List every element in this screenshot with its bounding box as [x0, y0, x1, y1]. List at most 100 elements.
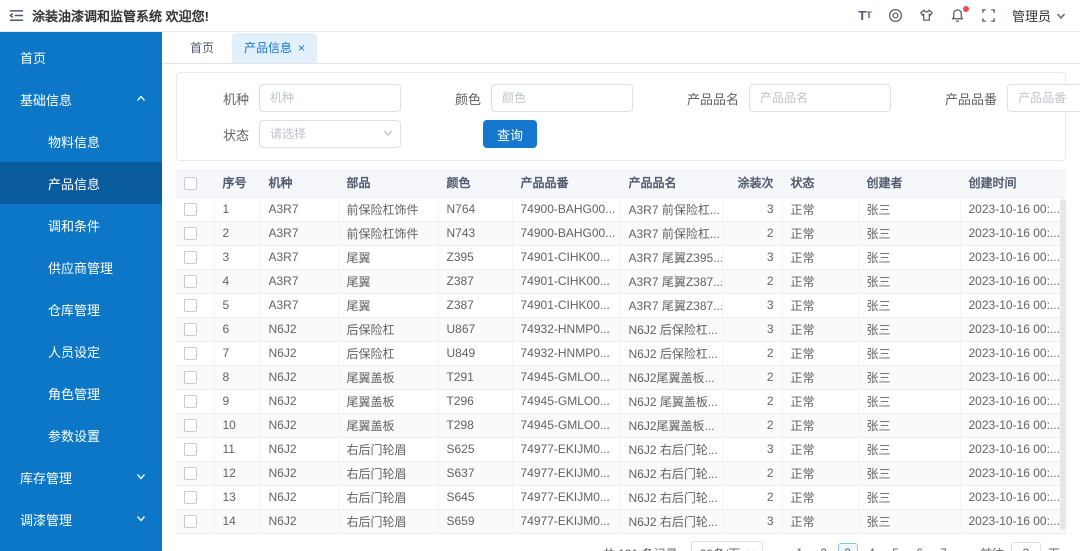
row-checkbox[interactable] — [184, 299, 197, 313]
row-checkbox[interactable] — [184, 395, 197, 409]
status-select[interactable] — [259, 120, 402, 148]
color-input[interactable] — [491, 84, 634, 112]
goto-page-input[interactable] — [1010, 542, 1041, 551]
table-row: 6 N6J2 后保险杠 U867 74932-HNMP0... N6J2 后保险杠... 3… — [176, 317, 1066, 342]
page-number-7[interactable]: 7 — [934, 543, 954, 551]
sidebar-item-label: 参数设置 — [48, 428, 101, 444]
column-header: 状态 — [782, 169, 859, 198]
table-cell: 后保险杠 — [338, 317, 439, 342]
table-cell: 张三 — [858, 509, 961, 534]
table-cell: 前保险杠饰件 — [338, 221, 439, 246]
table-cell: N6J2 — [260, 413, 339, 438]
row-checkbox[interactable] — [184, 419, 197, 433]
sidebar-item-5[interactable]: 供应商管理 — [0, 246, 162, 288]
table-cell: N6J2 — [260, 341, 339, 366]
table-cell: N6J2 后保险杠... — [620, 341, 723, 366]
table-cell: 3 — [722, 245, 783, 270]
model-input[interactable] — [259, 84, 402, 112]
table-cell: 尾翼盖板 — [338, 365, 439, 390]
user-menu[interactable]: 管理员 — [1012, 6, 1066, 25]
row-checkbox[interactable] — [184, 323, 197, 337]
row-checkbox[interactable] — [184, 443, 197, 457]
product-name-input[interactable] — [749, 84, 892, 112]
table-row: 11 N6J2 右后门轮眉 S625 74977-EKIJM0... N6J2 右后门轮.… — [176, 437, 1066, 462]
row-checkbox[interactable] — [184, 347, 197, 361]
row-checkbox[interactable] — [184, 227, 197, 241]
row-checkbox[interactable] — [184, 371, 197, 385]
table-cell: A3R7 前保险杠... — [620, 221, 723, 246]
sidebar-item-1[interactable]: 基础信息 — [0, 78, 162, 120]
table-cell: 3 — [214, 245, 261, 270]
table-cell: 74977-EKIJM0... — [512, 509, 621, 534]
column-header: 机种 — [260, 169, 339, 198]
product-no-input[interactable] — [1007, 84, 1080, 112]
sidebar-item-2[interactable]: 物料信息 — [0, 120, 162, 162]
table-cell: 2023-10-16 00:... — [960, 461, 1066, 486]
notification-badge — [962, 5, 969, 12]
query-button[interactable]: 查询 — [483, 120, 538, 148]
table-cell: 74977-EKIJM0... — [512, 461, 621, 486]
theme-shirt-icon[interactable] — [919, 8, 935, 24]
table-cell: 正常 — [782, 221, 859, 246]
page-number-2[interactable]: 2 — [814, 543, 834, 551]
row-checkbox[interactable] — [184, 203, 197, 217]
table-cell: S625 — [438, 437, 513, 462]
sidebar-item-6[interactable]: 仓库管理 — [0, 288, 162, 330]
font-size-icon[interactable]: TT — [857, 8, 873, 24]
row-checkbox[interactable] — [184, 491, 197, 505]
page-number-5[interactable]: 5 — [886, 543, 906, 551]
prev-page-button[interactable]: ‹ — [770, 546, 782, 551]
table-cell: T298 — [438, 413, 513, 438]
sidebar-item-3[interactable]: 产品信息 — [0, 162, 162, 204]
sidebar-item-0[interactable]: 首页 — [0, 36, 162, 78]
table-cell: 右后门轮眉 — [338, 461, 439, 486]
page-size-select[interactable]: 20条/页 — [690, 540, 764, 551]
table-cell: N6J2 — [260, 509, 339, 534]
vertical-scrollbar[interactable] — [1060, 199, 1066, 530]
table-cell: 正常 — [782, 269, 859, 294]
table-cell: 74901-CIHK00... — [512, 293, 621, 318]
table-cell: N6J2 — [260, 365, 339, 390]
fullscreen-icon[interactable] — [981, 8, 997, 24]
tab-0[interactable]: 首页 — [178, 33, 226, 63]
bell-icon[interactable] — [950, 5, 969, 24]
sidebar-item-label: 首页 — [20, 50, 47, 66]
table-row: 8 N6J2 尾翼盖板 T291 74945-GMLO0... N6J2尾翼盖板... 2 正… — [176, 365, 1066, 390]
sidebar-item-8[interactable]: 角色管理 — [0, 372, 162, 414]
table-cell: 2023-10-16 00:... — [960, 509, 1066, 534]
page-number-3[interactable]: 3 — [837, 543, 858, 551]
tab-bar: 首页 产品信息 × — [162, 32, 1080, 64]
table-cell: T296 — [438, 389, 513, 414]
table-cell: 74900-BAHG00... — [512, 197, 621, 222]
language-icon[interactable] — [888, 8, 904, 24]
sidebar-item-label: 产品信息 — [48, 176, 101, 192]
column-header: 序号 — [214, 169, 261, 198]
sidebar-item-7[interactable]: 人员设定 — [0, 330, 162, 372]
row-checkbox[interactable] — [184, 275, 197, 289]
table-cell: 正常 — [782, 245, 859, 270]
page-number-6[interactable]: 6 — [910, 543, 930, 551]
table-cell: A3R7 尾翼Z387... — [620, 269, 723, 294]
table-cell: 2 — [722, 485, 783, 510]
fold-menu-icon[interactable] — [8, 8, 24, 24]
next-page-button[interactable]: › — [961, 546, 973, 551]
tab-1[interactable]: 产品信息 × — [232, 33, 318, 63]
table-cell: 74900-BAHG00... — [512, 221, 621, 246]
page-number-1[interactable]: 1 — [790, 543, 810, 551]
table-cell: Z387 — [438, 293, 513, 318]
close-tab-icon[interactable]: × — [298, 42, 305, 54]
sidebar-item-4[interactable]: 调和条件 — [0, 204, 162, 246]
row-checkbox[interactable] — [184, 251, 197, 265]
sidebar-item-10[interactable]: 库存管理 — [0, 456, 162, 498]
sidebar-item-label: 人员设定 — [48, 344, 101, 360]
sidebar-item-9[interactable]: 参数设置 — [0, 414, 162, 456]
row-checkbox[interactable] — [184, 467, 197, 481]
page-number-4[interactable]: 4 — [862, 543, 882, 551]
sidebar-item-11[interactable]: 调漆管理 — [0, 498, 162, 540]
search-form: 机种 颜色 产品品名 产品品番 — [176, 72, 1080, 161]
table-row: 4 A3R7 尾翼 Z387 74901-CIHK00... A3R7 尾翼Z387...… — [176, 269, 1066, 294]
table-cell: N6J2 — [260, 437, 339, 462]
table-cell: 7 — [214, 341, 261, 366]
select-all-checkbox[interactable] — [184, 176, 197, 190]
row-checkbox[interactable] — [184, 515, 197, 529]
